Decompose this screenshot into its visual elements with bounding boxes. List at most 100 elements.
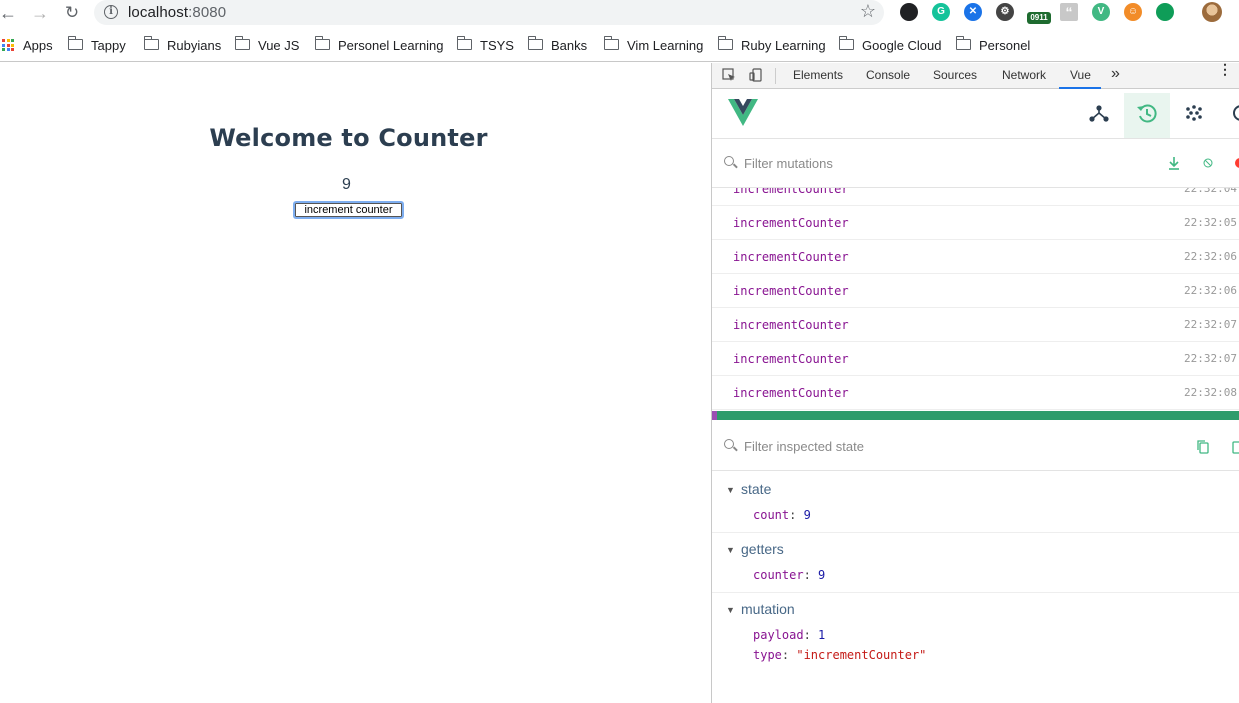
vuex-history-icon[interactable] <box>1136 101 1158 125</box>
collapse-caret-icon[interactable]: ▼ <box>726 545 735 555</box>
bookmark-label: Personel <box>979 37 1031 53</box>
site-info-icon[interactable]: i <box>104 5 118 19</box>
reload-icon[interactable]: ↻ <box>61 2 83 24</box>
collapse-caret-icon[interactable]: ▼ <box>726 605 735 615</box>
copy-icon[interactable] <box>1196 439 1210 454</box>
getters-section: ▼ getters counter: 9 <box>712 533 1239 593</box>
apps-grid-icon <box>2 39 14 51</box>
mutation-name: incrementCounter <box>733 216 849 230</box>
bookmark-folder[interactable]: Personel Learning <box>314 35 444 53</box>
folder-icon <box>314 35 330 50</box>
device-toolbar-icon[interactable] <box>749 68 763 82</box>
bookmark-label: Google Cloud <box>862 37 942 53</box>
devtools-menu-icon[interactable]: ⋮ <box>1218 63 1232 76</box>
pane-splitter[interactable] <box>712 411 1239 420</box>
mutation-row[interactable]: incrementCounter 22:32:07 <box>712 308 1239 342</box>
paste-icon[interactable] <box>1231 439 1239 454</box>
bookmark-label: Rubyians <box>167 37 222 53</box>
bookmarks-bar: Apps Tappy Rubyians Vue JS Personel Learnin… <box>0 30 1239 62</box>
filter-state-input[interactable]: Filter inspected state <box>744 439 864 454</box>
section-title[interactable]: state <box>741 481 771 497</box>
section-title[interactable]: getters <box>741 541 784 557</box>
mutation-type-row: type: "incrementCounter" <box>753 648 927 662</box>
state-key: count <box>753 508 790 522</box>
back-arrow-icon[interactable]: ← <box>0 2 19 24</box>
mutation-filter-bar: Filter mutations <box>712 140 1239 188</box>
bookmark-folder[interactable]: Vim Learning <box>603 35 703 53</box>
devtools-tab-bar: Elements Console Sources Network Vue » ⋮ <box>712 63 1239 89</box>
address-bar[interactable]: i localhost:8080 ☆ <box>94 0 884 25</box>
bookmark-folder[interactable]: Ruby Learning <box>717 35 826 53</box>
filter-mutations-input[interactable]: Filter mutations <box>744 156 833 171</box>
mutation-section: ▼ mutation payload: 1 type: "incrementCo… <box>712 593 1239 703</box>
bookmark-folder[interactable]: Tappy <box>67 35 126 53</box>
forward-arrow-icon[interactable]: → <box>29 2 51 24</box>
bookmark-folder[interactable]: TSYS <box>456 35 514 53</box>
tab-network[interactable]: Network <box>1002 68 1046 82</box>
folder-icon <box>143 35 159 50</box>
inspect-element-icon[interactable] <box>722 68 736 82</box>
bookmark-folder[interactable]: Personel <box>955 35 1031 53</box>
type-value: "incrementCounter" <box>796 648 927 662</box>
stop-recording-icon[interactable] <box>1235 158 1239 168</box>
collapse-caret-icon[interactable]: ▼ <box>726 485 735 495</box>
counter-app: Welcome to Counter 9 increment counter <box>0 63 711 703</box>
tab-vue[interactable]: Vue <box>1070 68 1091 82</box>
bookmark-star-icon[interactable]: ☆ <box>860 1 876 22</box>
events-icon[interactable] <box>1183 101 1205 125</box>
bookmark-apps[interactable]: Apps <box>2 37 53 53</box>
extension-gear-icon[interactable]: ⚙ <box>996 3 1014 21</box>
bookmark-folder[interactable]: Rubyians <box>143 35 222 53</box>
mutation-row[interactable]: incrementCounter 22:32:08 <box>712 376 1239 410</box>
bookmark-label: TSYS <box>480 37 514 53</box>
extension-orange-icon[interactable]: ☺ <box>1124 3 1142 21</box>
mutation-timestamp: 22:32:07 <box>1184 318 1237 331</box>
counter-value: 9 <box>342 176 351 193</box>
bookmark-folder[interactable]: Banks <box>527 35 587 53</box>
folder-icon <box>527 35 543 50</box>
url-text[interactable]: localhost:8080 <box>128 4 226 21</box>
state-section: ▼ state count: 9 <box>712 473 1239 533</box>
extension-dark-circle-icon[interactable] <box>900 3 918 21</box>
browser-toolbar: ← → ↻ i localhost:8080 ☆ G ✕ ⚙ 0911 “ V ☺ <box>0 0 1239 30</box>
mutation-timestamp: 22:32:06 <box>1184 250 1237 263</box>
components-icon[interactable] <box>1088 101 1110 125</box>
mutation-timestamp: 22:32:04 <box>1184 188 1237 195</box>
section-title[interactable]: mutation <box>741 601 795 617</box>
folder-icon <box>955 35 971 50</box>
bookmark-label: Tappy <box>91 37 126 53</box>
bookmark-folder[interactable]: Vue JS <box>234 35 299 53</box>
extension-green-bubble-icon[interactable] <box>1156 3 1174 21</box>
mutation-timestamp: 22:32:05 <box>1184 216 1237 229</box>
getter-value: 9 <box>818 568 826 582</box>
refresh-icon[interactable] <box>1230 101 1239 125</box>
state-value[interactable]: 9 <box>804 508 811 522</box>
mutation-row[interactable]: incrementCounter 22:32:06 <box>712 274 1239 308</box>
profile-avatar[interactable] <box>1202 2 1222 22</box>
download-icon[interactable] <box>1168 156 1180 170</box>
extension-badge-icon[interactable]: 0911 <box>1027 12 1051 24</box>
mutation-row[interactable]: incrementCounter 22:32:06 <box>712 240 1239 274</box>
tab-elements[interactable]: Elements <box>793 68 843 82</box>
extension-blue-icon[interactable]: ✕ <box>964 3 982 21</box>
extension-quote-icon[interactable]: “ <box>1060 3 1078 21</box>
bookmark-label: Apps <box>23 37 53 53</box>
state-count-row: count: 9 <box>753 508 811 522</box>
mutation-row[interactable]: incrementCounter 22:32:07 <box>712 342 1239 376</box>
mutation-row[interactable]: incrementCounter 22:32:04 <box>712 188 1239 206</box>
mutation-row[interactable]: incrementCounter 22:32:05 <box>712 206 1239 240</box>
tab-console[interactable]: Console <box>866 68 910 82</box>
mutation-name: incrementCounter <box>733 318 849 332</box>
payload-value: 1 <box>818 628 826 642</box>
grammarly-icon[interactable]: G <box>932 3 950 21</box>
tab-sources[interactable]: Sources <box>933 68 977 82</box>
devtools-panel: Elements Console Sources Network Vue » ⋮ <box>711 63 1239 703</box>
more-tabs-icon[interactable]: » <box>1111 65 1120 83</box>
vue-devtools-extension-icon[interactable]: V <box>1092 3 1110 21</box>
bookmark-folder[interactable]: Google Cloud <box>838 35 942 53</box>
mutation-name: incrementCounter <box>733 352 849 366</box>
getter-counter-row: counter: 9 <box>753 568 826 582</box>
record-toggle-icon[interactable] <box>1203 158 1213 168</box>
splitter-marker <box>712 411 717 420</box>
increment-counter-button[interactable]: increment counter <box>293 201 404 219</box>
